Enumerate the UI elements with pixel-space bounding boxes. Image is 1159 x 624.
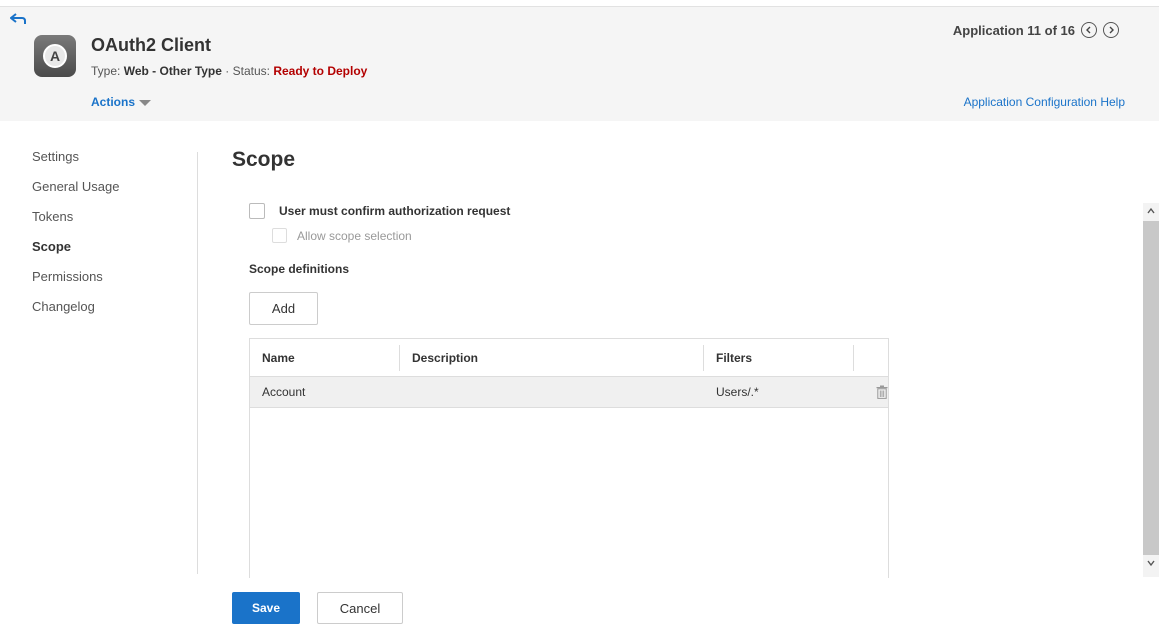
page-title: Scope bbox=[232, 148, 296, 171]
chevron-left-icon bbox=[1086, 26, 1091, 34]
scroll-down-icon[interactable] bbox=[1144, 558, 1158, 572]
sidebar-item-permissions[interactable]: Permissions bbox=[32, 270, 192, 300]
save-button[interactable]: Save bbox=[232, 592, 300, 624]
meta-separator: · bbox=[225, 64, 230, 78]
column-header-description[interactable]: Description bbox=[400, 345, 704, 371]
type-label: Type: bbox=[91, 64, 121, 78]
status-value: Ready to Deploy bbox=[273, 64, 368, 78]
table-header: Name Description Filters bbox=[250, 339, 888, 377]
chevron-down-icon bbox=[1147, 560, 1155, 567]
sidebar-divider bbox=[197, 152, 198, 574]
add-scope-button[interactable]: Add bbox=[249, 292, 318, 325]
sidebar-nav: Settings General Usage Tokens Scope Perm… bbox=[32, 150, 192, 330]
app-header: A OAuth2 Client Type: Web - Other Type ·… bbox=[0, 6, 1159, 121]
sidebar-item-general-usage[interactable]: General Usage bbox=[32, 180, 192, 210]
next-app-button[interactable] bbox=[1103, 22, 1119, 38]
app-meta: Type: Web - Other Type · Status: Ready t… bbox=[91, 64, 367, 78]
actions-label: Actions bbox=[91, 95, 136, 109]
confirm-authorization-checkbox[interactable] bbox=[249, 203, 265, 219]
scope-definitions-label: Scope definitions bbox=[249, 262, 350, 276]
actions-menu[interactable]: Actions bbox=[91, 95, 152, 109]
page-scrollbar-thumb[interactable] bbox=[1143, 221, 1159, 555]
app-icon-letter: A bbox=[43, 44, 67, 68]
allow-scope-selection-label: Allow scope selection bbox=[297, 228, 412, 243]
scroll-up-icon[interactable] bbox=[1144, 206, 1158, 220]
chevron-right-icon bbox=[1109, 26, 1114, 34]
allow-scope-selection-row: Allow scope selection bbox=[272, 228, 412, 243]
confirm-authorization-row: User must confirm authorization request bbox=[249, 203, 510, 219]
column-header-actions bbox=[854, 339, 888, 376]
app-icon: A bbox=[34, 35, 76, 77]
previous-app-button[interactable] bbox=[1081, 22, 1097, 38]
cell-description bbox=[400, 377, 704, 407]
column-header-name[interactable]: Name bbox=[250, 345, 400, 371]
app-pager: Application 11 of 16 bbox=[953, 22, 1119, 38]
sidebar-item-settings[interactable]: Settings bbox=[32, 150, 192, 180]
chevron-up-icon bbox=[1147, 207, 1155, 214]
sidebar-item-tokens[interactable]: Tokens bbox=[32, 210, 192, 240]
type-value: Web - Other Type bbox=[123, 64, 222, 78]
pager-text: Application 11 of 16 bbox=[952, 22, 1075, 38]
sidebar-item-scope[interactable]: Scope bbox=[32, 240, 192, 270]
sidebar-item-changelog[interactable]: Changelog bbox=[32, 300, 192, 330]
cancel-button[interactable]: Cancel bbox=[317, 592, 403, 624]
trash-icon[interactable] bbox=[876, 385, 888, 399]
cell-actions bbox=[854, 377, 888, 407]
cell-filters: Users/.* bbox=[716, 385, 759, 399]
config-help-link[interactable]: Application Configuration Help bbox=[964, 95, 1125, 109]
table-row[interactable]: Account Users/.* bbox=[250, 377, 888, 408]
column-header-filters[interactable]: Filters bbox=[704, 345, 854, 371]
cell-name: Account bbox=[262, 385, 306, 399]
caret-down-icon bbox=[139, 99, 152, 106]
scope-table: Name Description Filters Account Users/.… bbox=[249, 338, 889, 578]
allow-scope-selection-checkbox[interactable] bbox=[272, 228, 287, 243]
status-label: Status: bbox=[232, 64, 270, 78]
confirm-authorization-label: User must confirm authorization request bbox=[279, 204, 511, 218]
app-title: OAuth2 Client bbox=[91, 35, 211, 55]
back-arrow-icon[interactable] bbox=[10, 13, 26, 25]
